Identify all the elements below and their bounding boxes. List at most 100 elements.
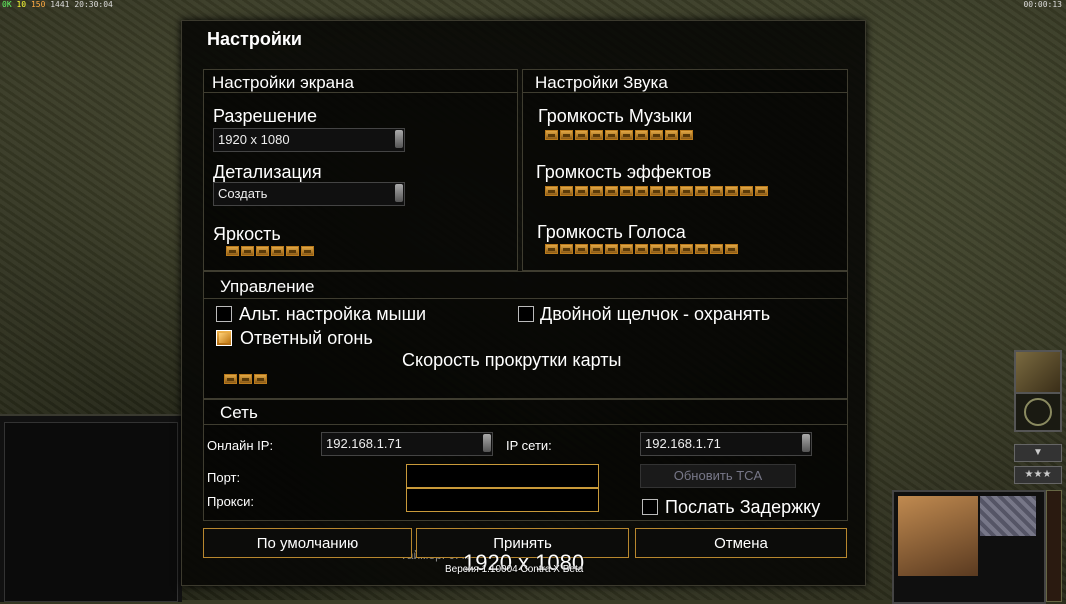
fps-a: 0K	[2, 0, 12, 9]
send-delay-label: Послать Задержку	[665, 497, 821, 517]
slider-segment	[256, 246, 269, 256]
voice-volume-slider[interactable]	[545, 244, 740, 256]
slider-segment	[545, 186, 558, 196]
lan-ip-label: IP сети:	[506, 438, 552, 453]
alt-mouse-checkbox[interactable]	[216, 306, 232, 322]
slider-segment	[226, 246, 239, 256]
scroll-speed-slider[interactable]	[224, 374, 269, 386]
slider-segment	[710, 186, 723, 196]
slider-segment	[620, 244, 633, 254]
slider-segment	[665, 186, 678, 196]
fps-counter: 0K 10 150 1441 20:30:04	[2, 0, 113, 9]
unit-portrait-panel	[892, 490, 1046, 604]
cancel-button[interactable]: Отмена	[635, 528, 847, 558]
slider-segment	[254, 374, 267, 384]
slider-segment	[665, 244, 678, 254]
lan-ip-dropdown[interactable]: 192.168.1.71	[640, 432, 812, 456]
version-text: Версия 1.10004 Contra X Beta	[445, 564, 584, 575]
slider-segment	[545, 130, 558, 140]
slider-segment	[695, 186, 708, 196]
slider-segment	[560, 130, 573, 140]
default-button[interactable]: По умолчанию	[203, 528, 412, 558]
soldier-portrait-icon	[898, 496, 978, 576]
dropdown-scroll-icon[interactable]	[802, 434, 810, 452]
slider-segment	[650, 130, 663, 140]
slider-segment	[635, 186, 648, 196]
slider-segment	[239, 374, 252, 384]
slider-segment	[680, 130, 693, 140]
effects-volume-slider[interactable]	[545, 186, 770, 198]
update-tca-button[interactable]: Обновить TCA	[640, 464, 796, 488]
controls-panel: Управление Альт. настройка мыши Двойной …	[203, 271, 848, 399]
music-volume-label: Громкость Музыки	[538, 106, 693, 126]
slider-segment	[545, 244, 558, 254]
slider-segment	[665, 130, 678, 140]
slider-segment	[635, 244, 648, 254]
brightness-slider[interactable]	[226, 246, 316, 258]
dropdown-scroll-icon[interactable]	[395, 130, 403, 148]
slider-segment	[635, 130, 648, 140]
fps-c: 150	[30, 0, 46, 9]
slider-segment	[575, 186, 588, 196]
double-click-label: Двойной щелчок - охранять	[540, 304, 771, 324]
return-fire-label: Ответный огонь	[240, 328, 373, 348]
match-timer: 00:00:13	[1023, 0, 1062, 9]
chevron-down-icon[interactable]: ▼	[1014, 444, 1062, 462]
slider-segment	[650, 244, 663, 254]
network-header: Сеть	[220, 403, 258, 422]
online-ip-value: 192.168.1.71	[326, 436, 402, 451]
rank-bar	[1046, 490, 1062, 602]
online-ip-dropdown[interactable]: 192.168.1.71	[321, 432, 493, 456]
slider-segment	[620, 186, 633, 196]
slider-segment	[560, 186, 573, 196]
brightness-label: Яркость	[213, 224, 281, 244]
detail-dropdown[interactable]: Создать	[213, 182, 405, 206]
minimap-frame	[4, 422, 178, 602]
sound-settings-header: Настройки Звука	[535, 73, 668, 92]
voice-volume-label: Громкость Голоса	[537, 222, 686, 242]
slider-segment	[224, 374, 237, 384]
fps-b: 10	[16, 0, 27, 9]
slider-segment	[755, 186, 768, 196]
proxy-label: Прокси:	[207, 494, 255, 509]
resolution-dropdown[interactable]: 1920 x 1080	[213, 128, 405, 152]
general-portrait-icon[interactable]	[1014, 350, 1062, 394]
alt-mouse-label: Альт. настройка мыши	[239, 304, 427, 324]
slider-segment	[680, 186, 693, 196]
double-click-checkbox[interactable]	[518, 306, 534, 322]
rank-stars-icon[interactable]: ★★★	[1014, 466, 1062, 484]
slider-segment	[605, 186, 618, 196]
effects-volume-label: Громкость эффектов	[536, 162, 712, 182]
send-delay-checkbox[interactable]	[642, 499, 658, 515]
resolution-value: 1920 x 1080	[218, 132, 290, 147]
slider-segment	[575, 244, 588, 254]
proxy-input[interactable]	[406, 488, 599, 512]
dialog-title: Настройки	[207, 29, 302, 49]
scroll-speed-label: Скорость прокрутки карты	[402, 350, 622, 370]
slider-segment	[605, 130, 618, 140]
slider-segment	[725, 186, 738, 196]
return-fire-checkbox[interactable]	[216, 330, 232, 346]
dropdown-scroll-icon[interactable]	[395, 184, 403, 202]
display-settings-panel: Настройки экрана Разрешение 1920 x 1080 …	[203, 69, 518, 271]
lan-ip-value: 192.168.1.71	[645, 436, 721, 451]
slider-segment	[590, 186, 603, 196]
slider-segment	[575, 130, 588, 140]
game-clock: 20:30:04	[74, 0, 113, 9]
controls-header: Управление	[220, 277, 315, 296]
slider-segment	[725, 244, 738, 254]
slider-segment	[650, 186, 663, 196]
port-input[interactable]	[406, 464, 599, 488]
radar-icon[interactable]	[1014, 392, 1062, 432]
port-label: Порт:	[207, 470, 241, 485]
slider-segment	[560, 244, 573, 254]
music-volume-slider[interactable]	[545, 130, 695, 142]
slider-segment	[710, 244, 723, 254]
display-settings-header: Настройки экрана	[212, 73, 354, 92]
resolution-label: Разрешение	[213, 106, 317, 126]
dropdown-scroll-icon[interactable]	[483, 434, 491, 452]
slider-segment	[620, 130, 633, 140]
options-dialog: Настройки Настройки экрана Разрешение 19…	[181, 20, 866, 586]
fps-d: 1441	[50, 0, 70, 9]
slider-segment	[680, 244, 693, 254]
